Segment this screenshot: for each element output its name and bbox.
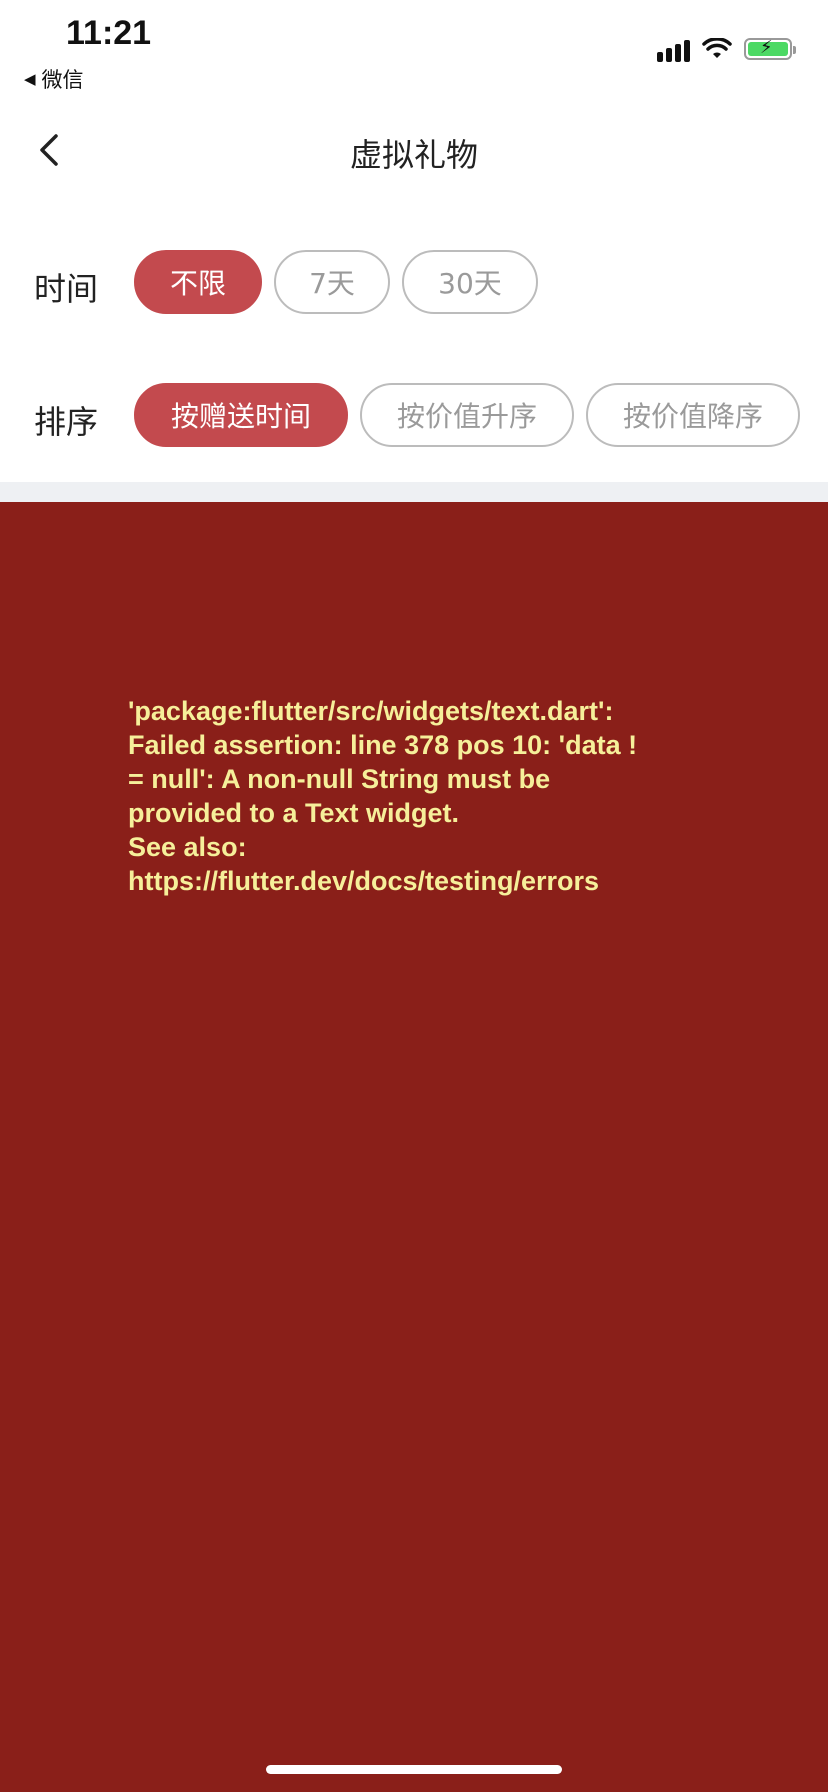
back-to-app-link[interactable]: ◀ 微信 [24, 64, 84, 94]
error-line: See also: [128, 832, 247, 862]
error-docs-link: https://flutter.dev/docs/testing/errors [128, 866, 600, 896]
sort-option-value-ascending[interactable]: 按价值升序 [360, 383, 574, 447]
cellular-signal-icon [657, 36, 690, 62]
error-line: = null': A non-null String must be [128, 764, 551, 794]
flutter-error-panel: 'package:flutter/src/widgets/text.dart':… [0, 502, 828, 1792]
status-bar: 11:21 ◀ 微信 ⚡ [0, 0, 828, 100]
battery-charging-icon: ⚡ [744, 37, 796, 60]
error-message: 'package:flutter/src/widgets/text.dart':… [128, 694, 708, 898]
home-indicator[interactable] [266, 1765, 562, 1774]
time-filter-label: 时间 [34, 270, 99, 308]
error-line: 'package:flutter/src/widgets/text.dart': [128, 696, 614, 726]
nav-bar: 虚拟礼物 [0, 100, 828, 200]
sort-option-by-gift-time[interactable]: 按赠送时间 [134, 383, 348, 447]
time-option-30-days[interactable]: 30天 [402, 250, 538, 314]
wifi-icon [702, 38, 732, 58]
back-app-label: 微信 [41, 68, 84, 92]
back-triangle-icon: ◀ [24, 70, 36, 88]
time-option-7-days[interactable]: 7天 [274, 250, 390, 314]
sort-option-value-descending[interactable]: 按价值降序 [586, 383, 800, 447]
section-divider [0, 482, 828, 502]
error-line: Failed assertion: line 378 pos 10: 'data… [128, 730, 638, 760]
error-line: provided to a Text widget. [128, 798, 460, 828]
page-title: 虚拟礼物 [349, 136, 478, 174]
status-time: 11:21 [66, 14, 152, 52]
status-indicators: ⚡ [657, 36, 796, 62]
time-option-unlimited[interactable]: 不限 [134, 250, 262, 314]
sort-filter-row: 排序 按赠送时间 按价值升序 按价值降序 [0, 383, 828, 451]
time-filter-row: 时间 不限 7天 30天 [0, 250, 828, 318]
sort-filter-label: 排序 [34, 403, 99, 441]
